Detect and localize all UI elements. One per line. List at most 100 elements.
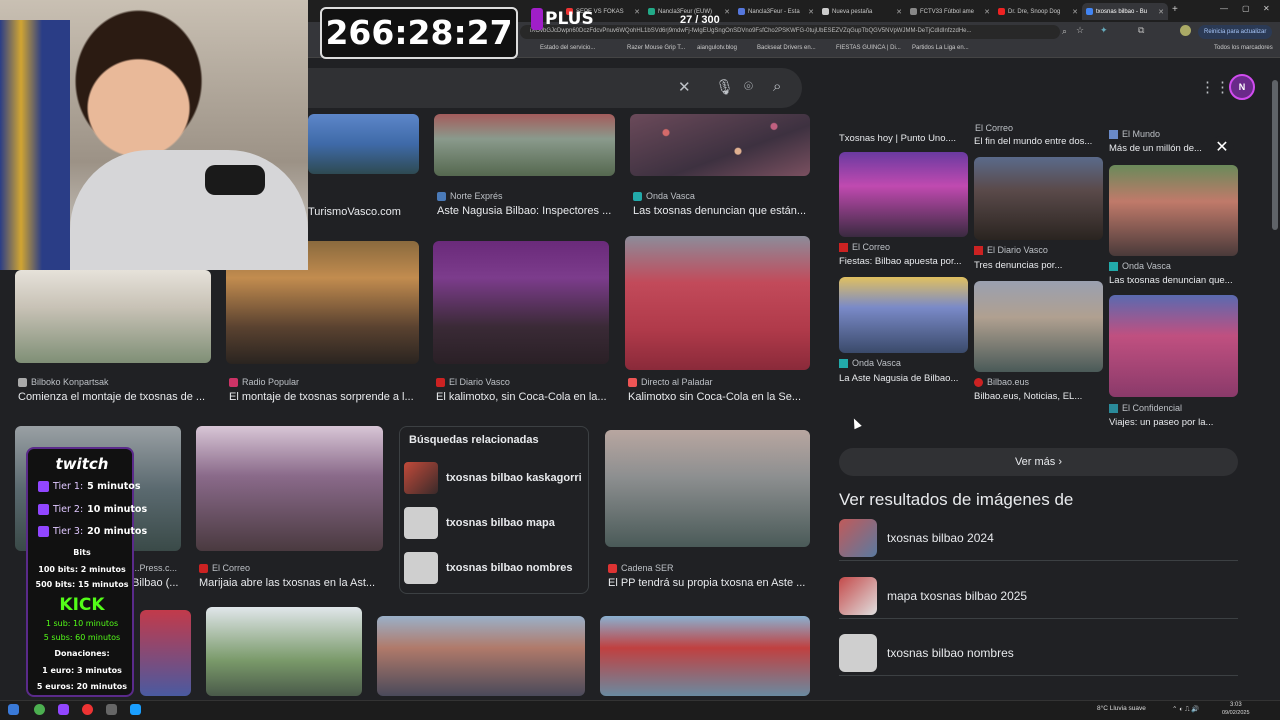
panel-source: Bilbao.eus [974,377,1029,387]
result-image[interactable] [600,616,810,696]
tab-favicon-icon [998,8,1005,15]
result-title[interactable]: El montaje de txosnas sorprende a l... [229,391,419,403]
panel-image[interactable] [839,277,968,353]
tab-4[interactable]: FCTV33 Fútbol ame ✕ [906,3,994,20]
update-button[interactable]: Reinicia para actualizar [1198,25,1273,39]
minimize-icon[interactable]: — [1220,4,1228,13]
close-tab-icon[interactable]: ✕ [634,8,640,16]
account-avatar[interactable]: N [1229,74,1255,100]
close-tab-icon[interactable]: ✕ [1072,8,1078,16]
panel-title[interactable]: Viajes: un paseo por la... [1109,417,1239,428]
panel-source: El Diario Vasco [974,245,1048,255]
new-tab-icon[interactable]: + [1172,4,1178,15]
result-image[interactable] [605,430,810,547]
source-favicon-icon [633,191,642,201]
panel-image[interactable] [974,281,1103,372]
steam-icon[interactable] [130,704,141,715]
see-results-item[interactable]: mapa txosnas bilbao 2025 [839,573,1238,619]
start-icon[interactable] [8,704,19,715]
tray-icons[interactable]: ⌃ ◐ ⎍ 🔊 [1172,705,1199,714]
bookmark-item[interactable]: Partidos La Liga en... [912,45,969,51]
result-image[interactable] [140,610,191,696]
related-item[interactable]: txosnas bilbao nombres [404,552,573,584]
result-image[interactable] [308,114,419,174]
close-tab-icon[interactable]: ✕ [808,8,814,16]
result-image[interactable] [434,114,615,176]
panel-title[interactable]: Bilbao.eus, Noticias, EL... [974,391,1104,402]
result-image[interactable] [15,270,211,363]
panel-image[interactable] [839,152,968,237]
bits-rate: 100 bits: 2 minutos [38,565,126,574]
panel-title[interactable]: Txosnas hoy | Punto Uno.... [839,133,969,144]
see-results-item[interactable]: txosnas bilbao nombres [839,630,1238,676]
tab-6[interactable]: txosnas bilbao - Bu ✕ [1082,3,1168,20]
profile-avatar[interactable] [1180,25,1191,36]
bookmark-item[interactable]: Estado del servicio... [540,45,595,51]
result-title[interactable]: Kalimotxo sin Coca-Cola en la Se... [628,391,810,403]
close-window-icon[interactable]: ✕ [1263,4,1270,13]
result-image[interactable] [625,236,810,370]
extension-icon[interactable]: ✦ [1100,25,1108,36]
puzzle-icon[interactable]: ⧉ [1138,25,1144,36]
chrome-icon[interactable] [34,704,45,715]
tab-2[interactable]: Nancla3Feur - Esta ✕ [734,3,818,20]
result-image[interactable] [433,241,609,364]
panel-title[interactable]: Fiestas: Bilbao apuesta por... [839,256,969,267]
clear-search-icon[interactable]: ✕ [678,78,691,96]
close-tab-icon[interactable]: ✕ [724,8,730,16]
result-image[interactable] [206,607,362,696]
all-bookmarks[interactable]: Todos los marcadores [1214,45,1273,51]
panel-title[interactable]: Las txosnas denuncian que... [1109,275,1239,286]
bookmark-item[interactable]: Razer Mouse Grip T... [627,45,685,51]
gaming-chair [0,20,70,270]
clock-time[interactable]: 3:03 [1230,702,1242,708]
close-tab-icon[interactable]: ✕ [896,8,902,16]
result-title[interactable]: Comienza el montaje de txosnas de ... [18,391,211,403]
twitch-app-icon[interactable] [58,704,69,715]
result-title[interactable]: Las txosnas denuncian que están... [633,205,811,217]
clock-date[interactable]: 09/02/2025 [1222,710,1250,716]
scrollbar[interactable] [1272,60,1278,690]
panel-image[interactable] [1109,295,1238,397]
result-image[interactable] [377,616,585,696]
result-title[interactable]: Bilbao (... [132,577,182,589]
bookmark-item[interactable]: aiangulotv.blog [697,45,737,51]
result-image[interactable] [630,114,810,176]
tab-5[interactable]: Dr. Dre, Snoop Dog ✕ [994,3,1082,20]
app-icon[interactable] [82,704,93,715]
result-title[interactable]: El PP tendrá su propia txosna en Aste ..… [608,577,813,589]
close-panel-icon[interactable]: ✕ [1210,136,1234,160]
see-results-item[interactable]: txosnas bilbao 2024 [839,515,1238,561]
taskbar [0,700,1280,720]
star-icon[interactable]: ☆ [1076,25,1084,36]
close-tab-icon[interactable]: ✕ [1158,8,1164,16]
search-submit-icon[interactable]: ⌕ [773,78,781,95]
lens-icon[interactable]: ⌾ [744,78,753,95]
result-title[interactable]: Aste Nagusia Bilbao: Inspectores ... [437,205,615,217]
scrollbar-thumb[interactable] [1272,80,1278,230]
result-image[interactable] [196,426,383,551]
result-title[interactable]: Marijaia abre las txosnas en la Ast... [199,577,384,589]
close-tab-icon[interactable]: ✕ [984,8,990,16]
related-item[interactable]: txosnas bilbao kaskagorri [404,462,582,494]
result-title[interactable]: El kalimotxo, sin Coca-Cola en la... [436,391,612,403]
search-icon[interactable]: ⌕ [1062,26,1067,37]
panel-title[interactable]: La Aste Nagusia de Bilbao... [839,373,969,384]
panel-title[interactable]: El fin del mundo entre dos... [974,136,1104,147]
donations-heading: Donaciones: [54,649,110,658]
panel-image[interactable] [974,157,1103,240]
bookmark-item[interactable]: FIESTAS GUINCA | Di... [836,45,901,51]
result-title[interactable]: TurismoVasco.com [308,206,423,218]
panel-title[interactable]: Más de un millón de... [1109,143,1209,154]
tab-3[interactable]: Nueva pestaña ✕ [818,3,906,20]
bookmark-item[interactable]: Backseat Drivers en... [757,45,816,51]
weather-widget[interactable]: 8°C Lluvia suave [1097,705,1146,712]
microphone-icon[interactable]: 🎙 [715,78,734,96]
maximize-icon[interactable]: ▢ [1242,4,1250,13]
see-more-button[interactable]: Ver más › [839,448,1238,476]
source-favicon-icon [199,563,208,573]
panel-image[interactable] [1109,165,1238,256]
app-icon[interactable] [106,704,117,715]
related-item[interactable]: txosnas bilbao mapa [404,507,555,539]
panel-title[interactable]: Tres denuncias por... [974,260,1104,271]
